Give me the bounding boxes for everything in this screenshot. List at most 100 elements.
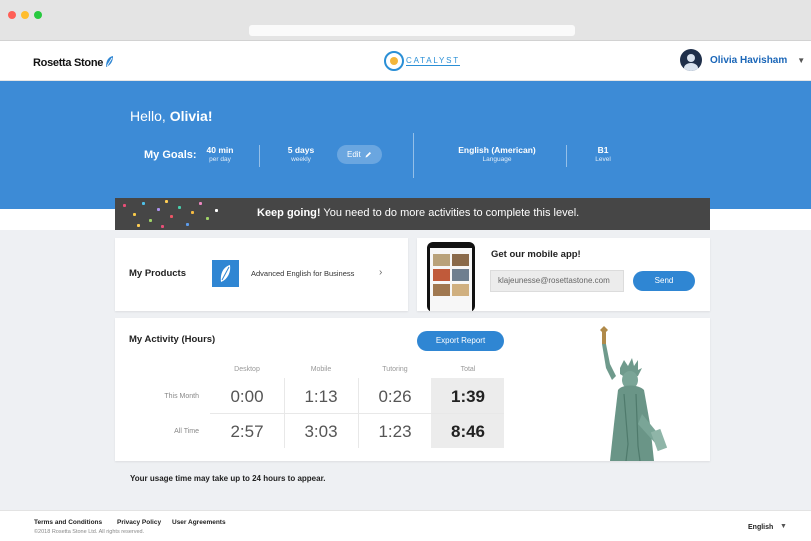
language-stat: English (American) Language — [447, 145, 547, 163]
chevron-down-icon[interactable]: ▼ — [797, 56, 805, 65]
column-header-tutoring: Tutoring — [382, 366, 408, 373]
leaf-icon — [106, 56, 114, 67]
brand-name: Rosetta Stone — [33, 57, 104, 69]
catalyst-ring-icon — [384, 51, 404, 71]
products-title: My Products — [129, 268, 187, 279]
greeting-name: Olivia! — [169, 108, 213, 124]
usage-note: Your usage time may take up to 24 hours … — [130, 474, 326, 483]
table-cell-total: 1:39 — [450, 387, 486, 406]
goal-days: 5 days weekly — [281, 145, 321, 163]
confetti — [206, 217, 209, 220]
goal-minutes-value: 40 min — [206, 145, 234, 155]
pencil-icon — [365, 152, 372, 158]
phone-thumb — [452, 254, 469, 266]
mobile-app-title: Get our mobile app! — [491, 249, 581, 260]
hero-goals-panel: Hello, Olivia! My Goals: 40 min per day … — [0, 81, 811, 209]
phone-thumb — [452, 284, 469, 296]
edit-goals-button[interactable]: Edit — [337, 145, 382, 164]
brand-logo[interactable]: Rosetta Stone — [33, 55, 114, 69]
phone-thumb — [433, 254, 450, 266]
column-header-mobile: Mobile — [310, 366, 332, 373]
language-selector[interactable]: English — [748, 524, 773, 531]
confetti — [133, 213, 136, 216]
confetti — [215, 209, 218, 212]
address-bar[interactable] — [249, 25, 575, 36]
edit-button-label: Edit — [346, 150, 361, 159]
browser-chrome — [0, 0, 811, 41]
divider — [566, 145, 567, 167]
progress-banner: Keep going! You need to do more activiti… — [115, 198, 710, 230]
maximize-window-dot[interactable] — [34, 11, 42, 19]
phone-screen — [430, 248, 472, 311]
table-cell: 3:03 — [304, 422, 338, 441]
avatar[interactable] — [680, 49, 702, 71]
column-header-desktop: Desktop — [234, 366, 260, 373]
confetti — [123, 204, 126, 207]
mobile-app-card: Get our mobile app! klajeunesse@rosettas… — [417, 238, 710, 311]
confetti — [178, 206, 181, 209]
greeting-text: Hello, — [130, 108, 166, 124]
minimize-window-dot[interactable] — [21, 11, 29, 19]
language-value: English (American) — [458, 145, 536, 155]
confetti — [186, 223, 189, 226]
level-label: Level — [595, 156, 611, 163]
row-label-all-time: All Time — [174, 428, 199, 435]
close-window-dot[interactable] — [8, 11, 16, 19]
chevron-down-icon[interactable]: ▼ — [780, 523, 787, 530]
language-label: Language — [482, 156, 512, 163]
catalyst-wordmark: CATALYST — [406, 56, 460, 66]
copyright: ©2018 Rosetta Stone Ltd. All rights rese… — [34, 529, 145, 535]
leaf-icon — [220, 265, 231, 282]
user-menu[interactable]: Olivia Havisham ▼ — [680, 49, 805, 71]
products-card: My Products Advanced English for Busines… — [115, 238, 408, 311]
product-name-link[interactable]: Advanced English for Business — [251, 269, 354, 278]
phone-image — [427, 242, 475, 311]
table-cell: 0:26 — [378, 387, 412, 406]
banner-body: You need to do more activities to comple… — [320, 207, 580, 219]
row-label-this-month: This Month — [164, 393, 199, 400]
user-name[interactable]: Olivia Havisham — [710, 55, 787, 66]
confetti — [149, 219, 152, 222]
export-report-button[interactable]: Export Report — [417, 331, 504, 351]
footer: Terms and Conditions Privacy Policy User… — [0, 510, 811, 541]
app-header: Rosetta Stone CATALYST Olivia Havisham ▼ — [0, 42, 811, 81]
confetti — [199, 202, 202, 205]
activity-title: My Activity (Hours) — [129, 334, 216, 345]
phone-thumb — [452, 269, 469, 281]
table-cell: 2:57 — [230, 422, 264, 441]
phone-thumb — [433, 284, 450, 296]
user-agreements-link[interactable]: User Agreements — [172, 519, 226, 526]
divider — [259, 145, 260, 167]
column-header-total: Total — [460, 366, 476, 373]
product-logo-icon[interactable] — [212, 260, 239, 287]
table-cell: 1:23 — [378, 422, 412, 441]
goal-minutes: 40 min per day — [200, 145, 240, 163]
confetti — [161, 225, 164, 228]
goal-minutes-unit: per day — [209, 156, 231, 163]
catalyst-logo[interactable]: CATALYST — [384, 51, 460, 71]
send-button[interactable]: Send — [633, 271, 695, 291]
greeting: Hello, Olivia! — [130, 108, 212, 124]
table-cell-total: 8:46 — [450, 422, 486, 441]
confetti — [165, 200, 168, 203]
goal-days-unit: weekly — [291, 156, 311, 163]
chevron-right-icon[interactable]: › — [379, 267, 382, 278]
confetti — [170, 215, 173, 218]
banner-message: Keep going! You need to do more activiti… — [257, 207, 579, 219]
phone-thumb — [433, 269, 450, 281]
confetti — [137, 224, 140, 227]
terms-link[interactable]: Terms and Conditions — [34, 519, 102, 526]
level-value: B1 — [597, 145, 609, 155]
confetti — [191, 211, 194, 214]
level-stat: B1 Level — [588, 145, 618, 163]
confetti — [157, 208, 160, 211]
banner-strong: Keep going! — [257, 207, 321, 219]
table-divider — [210, 413, 504, 414]
divider — [413, 133, 414, 178]
statue-of-liberty-image — [600, 326, 668, 461]
privacy-link[interactable]: Privacy Policy — [117, 519, 161, 526]
email-field[interactable]: klajeunesse@rosettastone.com — [490, 270, 624, 292]
table-cell: 0:00 — [230, 387, 264, 406]
goals-label: My Goals: — [144, 149, 197, 161]
table-cell: 1:13 — [304, 387, 338, 406]
